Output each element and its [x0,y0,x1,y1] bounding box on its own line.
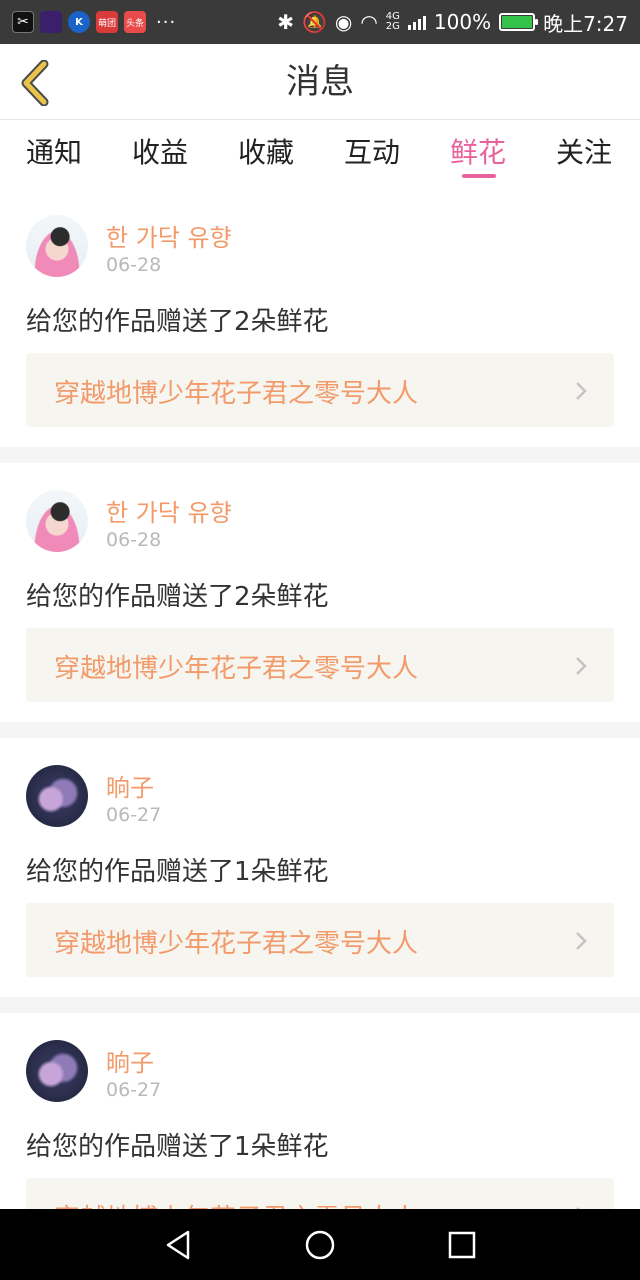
header: 消息 [0,44,640,120]
list-item: 晌子 06-27 给您的作品赠送了1朵鲜花 穿越地博少年花子君之零号大人 [0,1013,640,1209]
avatar[interactable] [26,1040,88,1102]
message-date: 06-27 [106,804,162,826]
capcut-icon: ✂ [12,11,34,33]
work-title: 穿越地博少年花子君之零号大人 [54,929,419,959]
list-item: 한 가닥 유향 06-28 给您的作品赠送了2朵鲜花 穿越地博少年花子君之零号大… [0,188,640,448]
work-title: 穿越地博少年花子君之零号大人 [54,379,419,409]
tab-earnings[interactable]: 收益 [132,131,188,171]
recents-square-icon[interactable] [444,1227,480,1263]
sender-name[interactable]: 晌子 [106,768,154,803]
sender-name[interactable]: 한 가닥 유향 [106,218,232,253]
divider [0,447,640,463]
chevron-right-icon [576,932,587,950]
sender-name[interactable]: 晌子 [106,1043,154,1078]
message-date: 06-28 [106,254,162,276]
battery-percent: 100% [433,10,492,34]
system-nav-bar [0,1209,640,1280]
active-tab-indicator [462,174,496,178]
notification-icons: ✂ K 萌团 头条 ··· [12,11,176,33]
avatar[interactable] [26,490,88,552]
divider [0,722,640,738]
app-icon-red: 萌团 [96,11,118,33]
avatar[interactable] [26,765,88,827]
work-link[interactable]: 穿越地博少年花子君之零号大人 [26,628,614,702]
bluetooth-icon: ✱ [277,10,294,34]
avatar[interactable] [26,215,88,277]
message-date: 06-27 [106,1079,162,1101]
battery-icon [499,13,539,31]
work-title: 穿越地博少年花子君之零号大人 [54,1198,418,1209]
work-link[interactable]: 穿越地博少年花子君之零号大人 [26,1178,614,1209]
message-text: 给您的作品赠送了1朵鲜花 [26,1132,329,1162]
chevron-left-icon[interactable] [18,60,58,106]
toutiao-icon: 头条 [124,11,146,33]
divider [0,997,640,1013]
message-date: 06-28 [106,529,162,551]
status-bar: ✂ K 萌团 头条 ··· ✱ 🔕 ◉ ◠ 4G 2G 100% 晚上7:27 [0,0,640,44]
page-title: 消息 [286,62,354,102]
work-link[interactable]: 穿越地博少年花子君之零号大人 [26,903,614,977]
tab-following[interactable]: 关注 [556,131,612,171]
work-title: 穿越地博少年花子君之零号大人 [54,654,419,684]
message-list: 한 가닥 유향 06-28 给您的作品赠送了2朵鲜花 穿越地博少年花子君之零号大… [0,185,640,1209]
tab-interactions[interactable]: 互动 [344,131,400,171]
signal-icon [407,14,426,30]
work-link[interactable]: 穿越地博少年花子君之零号大人 [26,353,614,427]
clock: 晚上7:27 [543,11,628,36]
tab-favorites[interactable]: 收藏 [238,131,294,171]
tab-bar: 通知 收益 收藏 互动 鲜花 关注 [0,121,640,183]
wifi-icon: ◠ [360,10,378,34]
eye-icon: ◉ [334,10,353,34]
tab-notifications[interactable]: 通知 [26,131,82,171]
more-notifications: ··· [156,11,177,33]
chevron-right-icon [576,657,587,675]
back-triangle-icon[interactable] [160,1227,196,1263]
chevron-right-icon [576,382,587,400]
mute-icon: 🔕 [301,10,327,34]
home-circle-icon[interactable] [302,1227,338,1263]
tab-flowers[interactable]: 鲜花 [450,131,506,171]
app-icon [40,11,62,33]
signal-labels: 4G 2G [385,11,400,32]
message-text: 给您的作品赠送了2朵鲜花 [26,582,329,612]
message-text: 给您的作品赠送了1朵鲜花 [26,857,329,887]
kugou-icon: K [68,11,90,33]
sender-name[interactable]: 한 가닥 유향 [106,493,232,528]
message-text: 给您的作品赠送了2朵鲜花 [26,307,329,337]
list-item: 晌子 06-27 给您的作品赠送了1朵鲜花 穿越地博少年花子君之零号大人 [0,738,640,998]
list-item: 한 가닥 유향 06-28 给您的作品赠送了2朵鲜花 穿越地博少年花子君之零号大… [0,463,640,723]
